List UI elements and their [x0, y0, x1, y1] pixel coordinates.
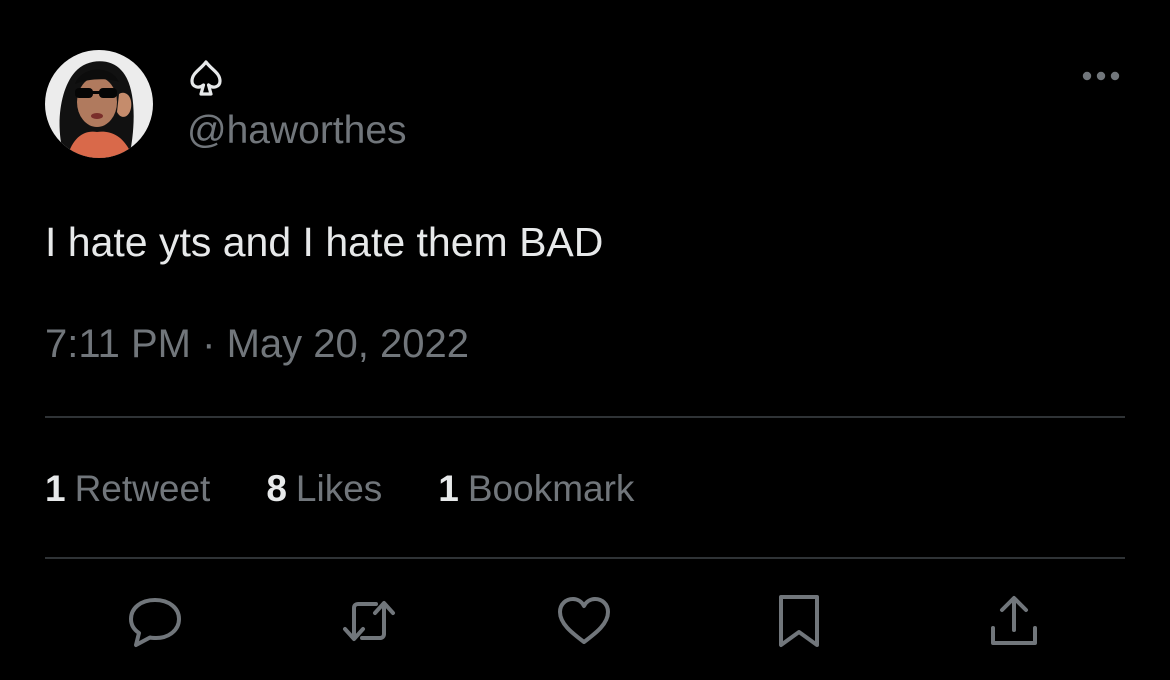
tweet-date: May 20, 2022	[226, 322, 469, 366]
retweet-button[interactable]	[340, 592, 398, 650]
user-handle[interactable]: @haworthes	[187, 108, 407, 154]
avatar-image	[45, 50, 153, 158]
bookmark-icon	[779, 595, 819, 647]
share-button[interactable]	[985, 592, 1043, 650]
likes-count: 8	[266, 468, 287, 509]
display-name-spade[interactable]	[186, 58, 226, 98]
tweet-timestamp[interactable]: 7:11 PM · May 20, 2022	[45, 320, 469, 368]
retweet-label: Retweet	[74, 468, 211, 509]
retweet-count: 1	[45, 468, 66, 509]
spade-icon	[190, 60, 222, 96]
bookmark-stat[interactable]: 1 Bookmark	[438, 466, 634, 512]
likes-label: Likes	[295, 468, 383, 509]
reply-icon	[129, 598, 181, 647]
bookmark-count: 1	[438, 468, 459, 509]
bookmark-label: Bookmark	[467, 468, 635, 509]
engagement-stats: 1 Retweet 8 Likes 1 Bookmark	[45, 466, 690, 512]
bookmark-button[interactable]	[770, 592, 828, 650]
divider-bottom	[45, 557, 1125, 559]
more-options-button[interactable]	[1074, 56, 1128, 96]
tweet-text: I hate yts and I hate them BAD	[45, 219, 604, 265]
retweet-icon	[343, 601, 395, 641]
likes-stat[interactable]: 8 Likes	[266, 466, 382, 512]
retweet-stat[interactable]: 1 Retweet	[45, 466, 210, 512]
like-icon	[558, 597, 610, 644]
tweet-time: 7:11 PM	[45, 322, 191, 366]
more-dots-icon	[1082, 71, 1120, 81]
meta-separator: ·	[202, 322, 216, 366]
divider-top	[45, 416, 1125, 418]
avatar[interactable]	[45, 50, 153, 158]
share-icon	[991, 596, 1037, 645]
reply-button[interactable]	[126, 592, 184, 650]
like-button[interactable]	[555, 592, 613, 650]
